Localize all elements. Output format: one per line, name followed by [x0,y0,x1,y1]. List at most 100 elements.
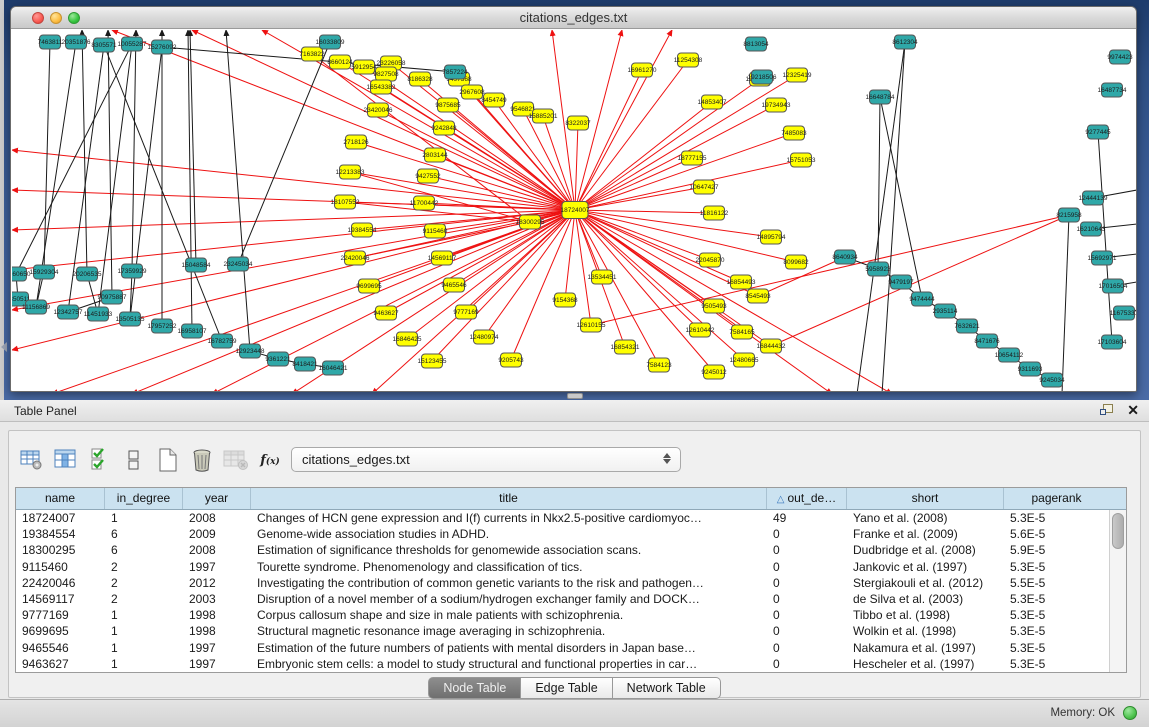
graph-node[interactable]: 9277445 [1085,125,1111,139]
column-header-out_degree[interactable]: △out_de… [767,488,847,509]
graph-node[interactable]: 14853407 [698,95,727,109]
graph-node[interactable]: 16033809 [316,35,345,49]
graph-node[interactable]: 10055287 [118,37,147,51]
graph-edge[interactable] [12,210,575,230]
graph-node[interactable]: 10647427 [690,180,719,194]
graph-node[interactable]: 9427552 [415,169,441,183]
graph-node[interactable]: 7485083 [781,126,807,140]
graph-edge[interactable] [12,210,575,310]
graph-node[interactable]: 8813054 [743,37,769,51]
graph-node[interactable]: 23245034 [224,257,253,271]
graph-node[interactable]: 8454749 [481,93,507,107]
graph-node[interactable]: 9505493 [701,299,727,313]
graph-node[interactable]: 9827508 [373,67,399,81]
delete-table-icon[interactable] [187,447,217,473]
column-header-in_degree[interactable]: in_degree [105,488,183,509]
graph-node[interactable]: 2935114 [933,304,958,318]
graph-node[interactable]: 9311693 [1018,362,1043,376]
graph-edge[interactable] [238,42,330,264]
vertical-scrollbar[interactable] [1109,510,1126,672]
graph-node[interactable]: 17103604 [1098,335,1127,349]
graph-node[interactable]: 8322037 [565,116,591,130]
window-titlebar[interactable]: citations_edges.txt [11,7,1136,29]
graph-node[interactable]: 9465546 [441,278,467,292]
network-canvas[interactable]: 1872400771638228660124591295423226058982… [12,30,1137,392]
graph-edge[interactable] [575,160,801,210]
graph-node[interactable]: 8640934 [832,250,858,264]
graph-node[interactable]: 7857224 [442,65,468,79]
graph-edge[interactable] [108,30,112,297]
graph-node[interactable]: 20206535 [73,267,102,281]
graph-edge[interactable] [16,44,132,274]
close-panel-icon[interactable]: ✕ [1127,402,1139,419]
graph-edge[interactable] [356,142,575,210]
graph-node[interactable]: 16844432 [757,339,786,353]
table-row[interactable]: 1830029562008Estimation of significance … [16,542,1109,558]
table-settings-icon[interactable] [17,447,47,473]
graph-node[interactable]: 5958923 [865,262,891,276]
graph-node[interactable]: 18107552 [331,195,360,209]
table-row[interactable]: 977716911998Corpus callosum shape and si… [16,607,1109,623]
graph-node[interactable]: 16958107 [178,324,207,338]
graph-node[interactable]: 15751053 [787,153,816,167]
table-row[interactable]: 911546021997Tourette syndrome. Phenomeno… [16,559,1109,575]
collapse-pane-arrow-icon[interactable] [1,342,7,352]
select-columns-icon[interactable] [85,447,115,473]
graph-node[interactable]: 16046421 [319,361,348,375]
graph-node[interactable]: 12610155 [577,318,606,332]
graph-node[interactable]: 9245034 [1039,373,1065,387]
graph-node[interactable]: 10654112 [995,348,1024,362]
graph-edge[interactable] [575,79,760,210]
graph-node[interactable]: 16648784 [866,90,895,104]
graph-node[interactable]: 18724007 [561,202,590,219]
graph-node[interactable]: 16487734 [1098,83,1127,97]
graph-node[interactable]: 12342757 [54,305,83,319]
graph-node[interactable]: 12325419 [783,68,812,82]
graph-node[interactable]: 2803144 [422,148,448,162]
graph-node[interactable]: 11156869 [22,300,50,314]
graph-edge[interactable] [575,210,591,325]
citation-network-graph[interactable]: 1872400771638228660124591295423226058982… [12,30,1137,392]
graph-node[interactable]: 14895794 [757,230,786,244]
graph-node[interactable]: 12610442 [686,323,715,337]
graph-node[interactable]: 15929304 [30,265,59,279]
graph-node[interactable]: 2718126 [343,135,369,149]
graph-edge[interactable] [44,42,50,272]
graph-edge[interactable] [132,30,136,271]
graph-node[interactable]: 9242848 [431,121,457,135]
graph-node[interactable]: 9474444 [909,292,935,306]
graph-node[interactable]: 7584165 [729,325,755,339]
graph-node[interactable]: 11700442 [410,196,439,210]
graph-node[interactable]: 11451933 [84,307,113,321]
tab-network-table[interactable]: Network Table [613,677,721,699]
graph-node[interactable]: 8215958 [1056,208,1082,222]
graph-node[interactable]: 22420046 [341,251,370,265]
graph-edge[interactable] [878,97,880,269]
graph-node[interactable]: 9115460 [423,224,448,238]
graph-edge[interactable] [82,30,87,274]
graph-node[interactable]: 17359929 [118,264,147,278]
table-row[interactable]: 946554611997Estimation of the future num… [16,640,1109,656]
table-row[interactable]: 969969511998Structural magnetic resonanc… [16,623,1109,639]
graph-edge[interactable] [372,210,575,392]
graph-node[interactable]: 12213383 [336,165,365,179]
graph-edge[interactable] [575,60,688,210]
graph-edge[interactable] [12,150,575,210]
graph-node[interactable]: 12444139 [1079,191,1108,205]
column-header-name[interactable]: name [16,488,105,509]
function-builder-icon[interactable]: f(x) [255,447,285,473]
graph-node[interactable]: 7584123 [646,358,672,372]
graph-node[interactable]: 15692971 [1088,251,1117,265]
graph-node[interactable]: 16854493 [727,275,756,289]
graph-node[interactable]: 15885201 [529,109,558,123]
table-selector-dropdown[interactable]: citations_edges.txt [291,447,681,472]
table-row[interactable]: 1938455462009Genome-wide association stu… [16,526,1109,542]
graph-node[interactable]: 19734943 [762,98,791,112]
table-row[interactable]: 1456911722003Disruption of a novel membe… [16,591,1109,607]
graph-node[interactable]: 8305571 [91,38,117,52]
graph-node[interactable]: 9974423 [1107,50,1133,64]
graph-node[interactable]: 11254308 [674,53,703,67]
table-row[interactable]: 946362711997Embryonic stem cells: a mode… [16,656,1109,672]
graph-node[interactable]: 17957252 [148,319,177,333]
tab-edge-table[interactable]: Edge Table [521,677,612,699]
